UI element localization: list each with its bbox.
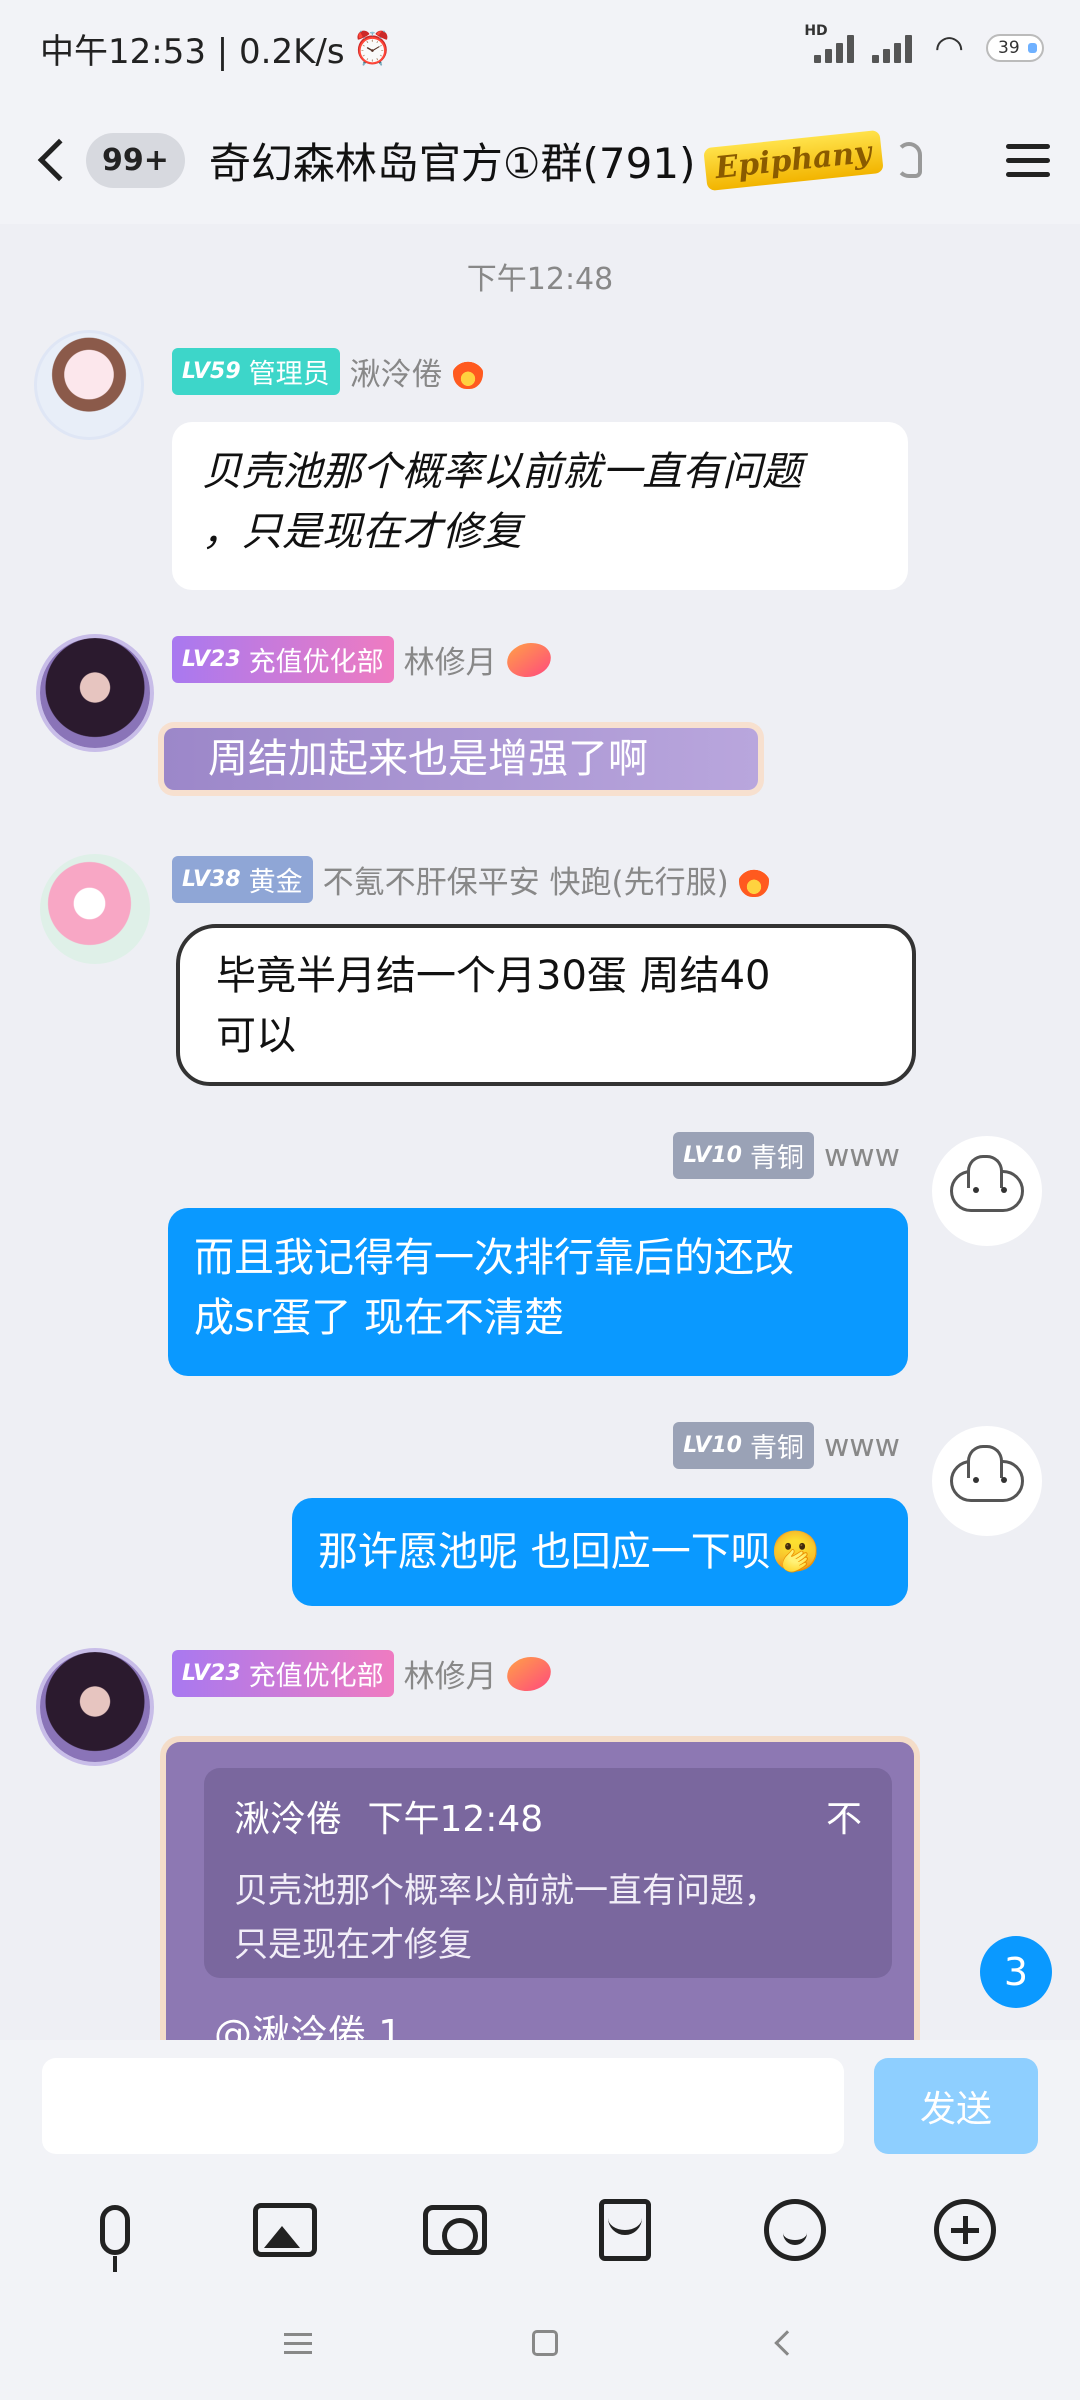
avatar[interactable] [34, 330, 144, 440]
battery-icon: 39 [986, 34, 1044, 62]
time-divider: 下午12:48 [466, 262, 614, 297]
back-button[interactable]: 99+ [34, 132, 185, 188]
nav-menu-icon[interactable] [284, 2332, 312, 2354]
message-meta: LV38 黄金 不氪不肝保平安 快跑(先行服) [172, 856, 769, 903]
ear-icon[interactable] [896, 142, 923, 178]
message-meta: LV23 充值优化部 林修月 [172, 636, 557, 683]
new-messages-badge[interactable]: 3 [980, 1936, 1052, 2008]
sender-name[interactable]: 林修月 [404, 637, 497, 682]
message-bubble[interactable]: 周结加起来也是增强了啊 [164, 728, 758, 790]
quoted-message[interactable]: 湫泠倦 下午12:48 不 贝壳池那个概率以前就一直有问题， 只是现在才修复 [204, 1768, 892, 1978]
sender-name[interactable]: 不氪不肝保平安 快跑(先行服) [323, 857, 729, 902]
message-input[interactable] [42, 2058, 844, 2154]
chat-list[interactable]: 下午12:48 LV59 管理员 湫泠倦 贝壳池那个概率以前就一直有问题 ，只是… [0, 224, 1080, 2040]
cloud-icon [950, 1155, 1024, 1212]
wifi-icon: ◠ [934, 28, 964, 68]
image-icon [253, 2203, 317, 2257]
menu-button[interactable] [1006, 143, 1050, 177]
nav-home-icon[interactable] [532, 2330, 558, 2356]
send-button[interactable]: 发送 [874, 2058, 1038, 2154]
composer: 发送 [0, 2040, 1080, 2400]
sender-name[interactable]: www [824, 1138, 900, 1174]
level-badge: LV23 充值优化部 [172, 1650, 394, 1697]
avatar[interactable] [40, 854, 150, 964]
more-button[interactable] [925, 2190, 1005, 2270]
avatar[interactable] [932, 1136, 1042, 1246]
avatar[interactable] [932, 1426, 1042, 1536]
alarm-icon: ⏰ [352, 29, 393, 67]
status-time: 中午12:53 | 0.2K/s [40, 31, 345, 72]
nav-back-icon[interactable] [774, 2330, 800, 2356]
sender-name[interactable]: 林修月 [404, 1651, 497, 1696]
level-badge: LV10 青铜 [673, 1132, 814, 1179]
emoji-button[interactable] [755, 2190, 835, 2270]
red-packet-button[interactable] [585, 2190, 665, 2270]
fire-icon [452, 354, 483, 389]
camera-icon [423, 2205, 487, 2255]
level-badge: LV59 管理员 [172, 348, 340, 395]
wing-icon [500, 642, 557, 677]
voice-button[interactable] [75, 2190, 155, 2272]
level-badge: LV10 青铜 [673, 1422, 814, 1469]
chat-header: 99+ 奇幻森林岛官方①群(791) Epiphany [0, 96, 1080, 224]
level-badge: LV38 黄金 [172, 856, 313, 903]
back-arrow-icon [37, 138, 81, 182]
group-tag-logo: Epiphany [703, 129, 884, 191]
image-button[interactable] [245, 2190, 325, 2270]
message-bubble[interactable]: 那许愿池呢 也回应一下呗🫢 [292, 1498, 908, 1606]
unread-badge: 99+ [86, 132, 185, 188]
quote-action[interactable]: 不 [826, 1790, 862, 1850]
composer-toolbar [0, 2190, 1080, 2272]
emoji-icon [764, 2199, 826, 2261]
camera-button[interactable] [415, 2190, 495, 2270]
red-packet-icon [599, 2199, 651, 2261]
avatar[interactable] [40, 638, 150, 748]
message-bubble[interactable]: 而且我记得有一次排行靠后的还改 成sr蛋了 现在不清楚 [168, 1208, 908, 1376]
group-title[interactable]: 奇幻森林岛官方①群(791) [209, 130, 696, 191]
microphone-icon [100, 2205, 130, 2272]
status-bar: 中午12:53 | 0.2K/s ⏰ HD ◠ 39 [0, 0, 1080, 96]
message-bubble[interactable]: 贝壳池那个概率以前就一直有问题 ，只是现在才修复 [172, 422, 908, 590]
signal-icon [872, 33, 913, 63]
cloud-icon [950, 1445, 1024, 1502]
message-bubble[interactable]: 毕竟半月结一个月30蛋 周结40 可以 [176, 924, 916, 1086]
sender-name[interactable]: 湫泠倦 [350, 349, 443, 394]
wing-icon [500, 1656, 557, 1691]
mention-text: @湫泠倦 1 [214, 2012, 403, 2040]
plus-icon [934, 2199, 996, 2261]
system-nav-bar [0, 2330, 1080, 2356]
sender-name[interactable]: www [824, 1428, 900, 1464]
message-meta: LV10 青铜 www [673, 1422, 900, 1469]
message-bubble[interactable]: 湫泠倦 下午12:48 不 贝壳池那个概率以前就一直有问题， 只是现在才修复 @… [166, 1742, 914, 2040]
signal-hd-icon: HD [804, 23, 855, 63]
quote-time: 下午12:48 [367, 1799, 544, 1840]
fire-icon [738, 862, 769, 897]
message-meta: LV10 青铜 www [673, 1132, 900, 1179]
message-meta: LV59 管理员 湫泠倦 [172, 348, 483, 395]
quote-author: 湫泠倦 [234, 1799, 343, 1840]
level-badge: LV23 充值优化部 [172, 636, 394, 683]
message-meta: LV23 充值优化部 林修月 [172, 1650, 557, 1697]
avatar[interactable] [40, 1652, 150, 1762]
